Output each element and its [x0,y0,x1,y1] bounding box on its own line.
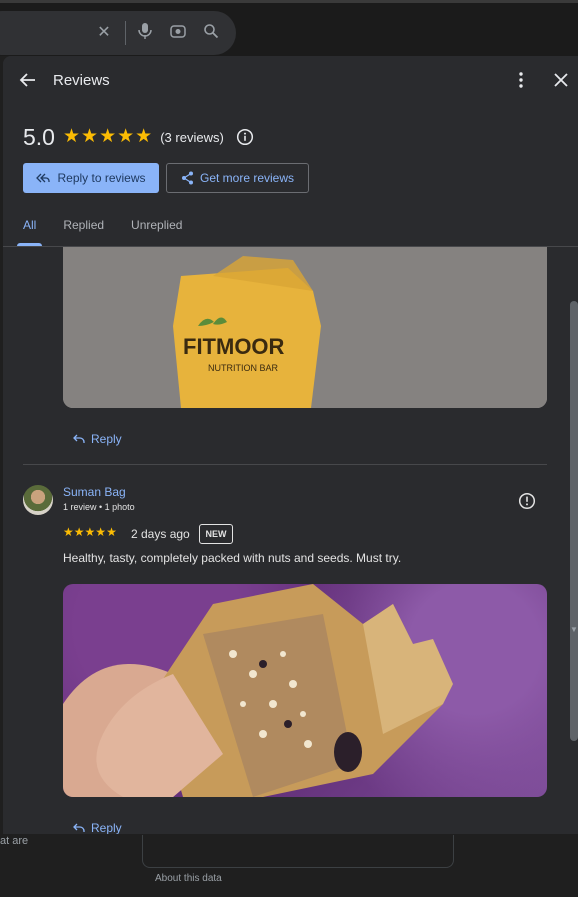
mic-icon[interactable] [135,23,155,43]
flag-icon[interactable] [518,492,536,510]
reply-to-reviews-label: Reply to reviews [57,171,146,185]
reply-to-reviews-button[interactable]: Reply to reviews [23,163,159,193]
info-icon[interactable] [236,128,254,146]
review-tabs: All Replied Unreplied [16,214,209,246]
search-icon[interactable] [201,23,221,43]
arrow-left-icon [19,73,35,87]
tab-all[interactable]: All [16,214,43,246]
avatar[interactable] [23,485,53,515]
panel-title: Reviews [53,72,110,89]
reviews-list: FITMOOR NUTRITION BAR Reply Suman Bag 1 … [3,246,578,834]
get-more-reviews-button[interactable]: Get more reviews [166,163,309,193]
close-icon [554,73,568,87]
star-icon: ★ [135,126,153,147]
background-text: at are [0,835,29,847]
about-data-link[interactable]: About this data [155,873,222,884]
share-icon [181,171,193,185]
brand-subtitle: NUTRITION BAR [208,363,279,373]
product-photo-image: FITMOOR NUTRITION BAR [63,246,547,408]
back-button[interactable] [17,69,39,91]
more-options-button[interactable] [511,70,531,90]
review-count: (3 reviews) [160,129,224,145]
rating-stars: ★ ★ ★ ★ ★ [63,127,152,147]
star-icon: ★ [84,525,96,539]
scrollbar-thumb[interactable] [570,301,578,741]
reply-icon [73,434,85,443]
clear-icon[interactable]: ✕ [94,23,114,43]
reviewer-name[interactable]: Suman Bag [63,485,126,499]
product-photo-image [63,584,453,797]
reply-icon [73,823,85,832]
action-buttons: Reply to reviews Get more reviews [23,163,309,193]
brand-text: FITMOOR [183,334,285,359]
review-text: Healthy, tasty, completely packed with n… [63,551,402,565]
review-photo[interactable] [63,584,547,797]
search-bar[interactable]: ✕ [0,11,236,55]
panel-header: Reviews 5.0 ★ ★ ★ ★ ★ (3 reviews) Reply … [3,56,578,247]
star-icon: ★ [99,126,117,147]
tab-unreplied[interactable]: Unreplied [131,214,182,246]
scroll-down-arrow-icon[interactable]: ▼ [570,626,578,634]
rating-value: 5.0 [23,123,55,150]
star-icon: ★ [63,525,74,539]
more-vert-icon [519,72,523,88]
get-more-reviews-label: Get more reviews [199,171,295,185]
reviews-panel: Reviews 5.0 ★ ★ ★ ★ ★ (3 reviews) Reply … [3,56,578,834]
review-stars: ★ ★ ★ ★ ★ [63,526,117,539]
star-icon: ★ [81,126,99,147]
review-photo[interactable]: FITMOOR NUTRITION BAR [63,246,547,408]
star-icon: ★ [106,525,117,539]
reviewer-meta: 1 review • 1 photo [63,502,135,512]
reply-label: Reply [91,432,122,446]
reply-button[interactable]: Reply [73,821,122,834]
star-icon: ★ [73,525,85,539]
new-badge: NEW [199,524,233,544]
star-icon: ★ [95,525,107,539]
rating-summary: 5.0 ★ ★ ★ ★ ★ (3 reviews) [23,123,254,151]
star-icon: ★ [117,126,135,147]
background-card [142,835,454,868]
close-button[interactable] [551,70,571,90]
reply-button[interactable]: Reply [73,432,122,446]
review-date: 2 days ago [131,527,190,541]
reply-label: Reply [91,821,122,834]
tab-replied[interactable]: Replied [63,214,104,246]
reply-all-icon [36,173,51,183]
lens-icon[interactable] [168,23,188,43]
search-divider [125,21,126,45]
review-divider [23,464,547,465]
star-icon: ★ [62,126,81,147]
